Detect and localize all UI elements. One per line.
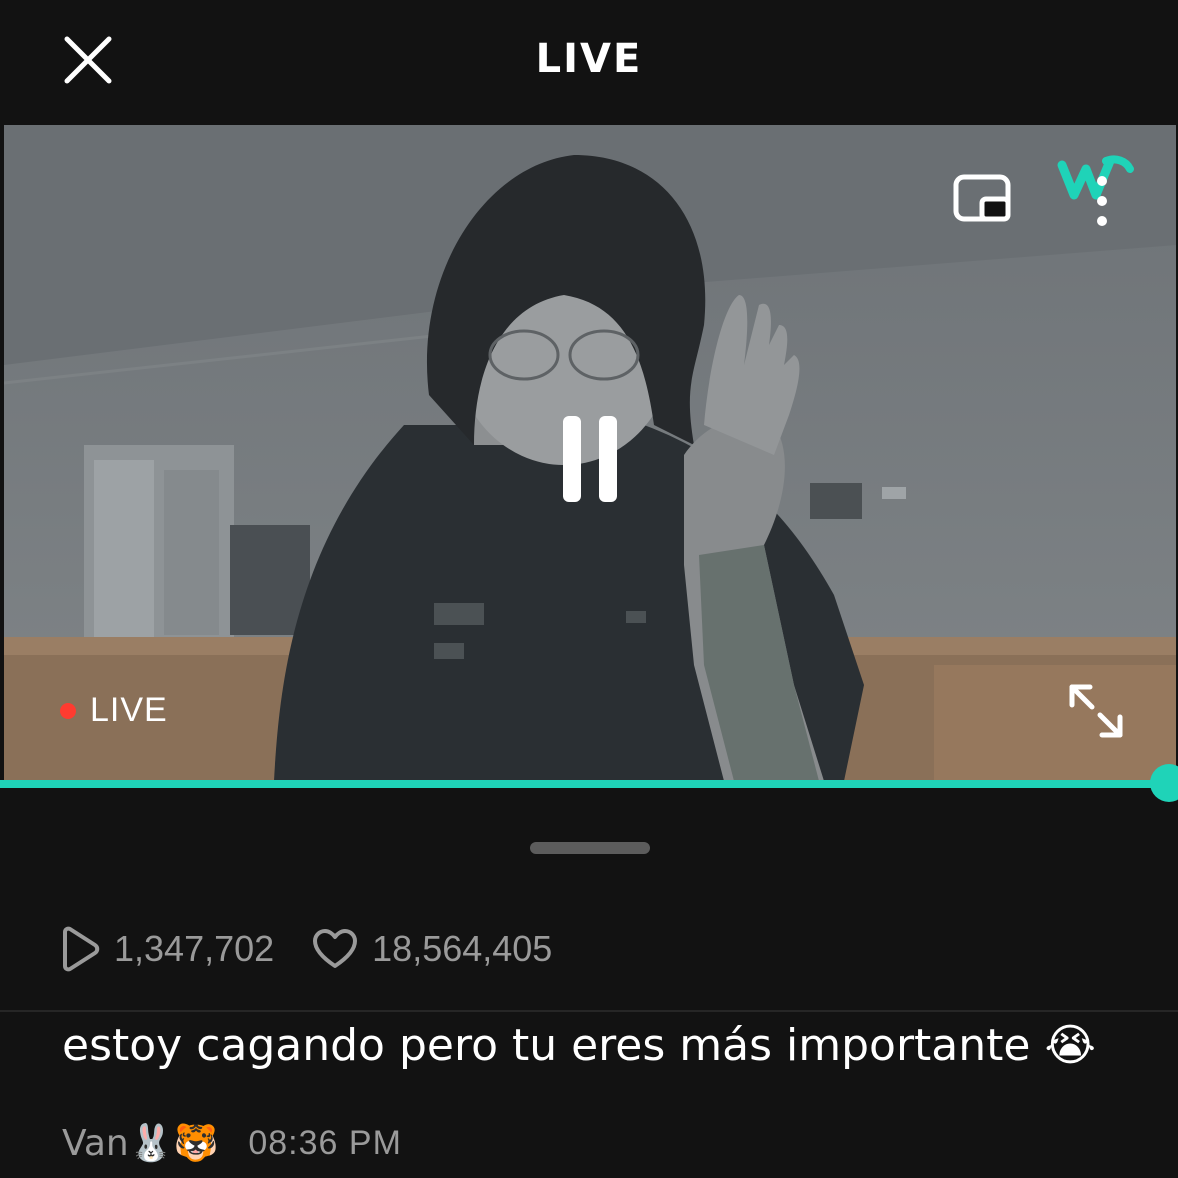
play-icon xyxy=(63,926,100,972)
progress-fill xyxy=(0,780,1160,788)
progress-bar[interactable] xyxy=(0,764,1178,802)
view-count-value: 1,347,702 xyxy=(114,928,275,969)
like-count-value: 18,564,405 xyxy=(372,928,553,969)
video-player[interactable]: LIVE xyxy=(4,125,1176,781)
live-label: LIVE xyxy=(90,691,168,729)
picture-in-picture-button[interactable] xyxy=(952,173,1016,229)
sheet-drag-handle[interactable] xyxy=(530,842,650,854)
page-title: LIVE xyxy=(535,36,643,82)
comment-author[interactable]: Van🐰🐯 xyxy=(62,1122,218,1164)
pause-button[interactable] xyxy=(550,410,630,510)
comment-time: 08:36 PM xyxy=(248,1123,402,1162)
view-count: 1,347,702 xyxy=(58,926,274,972)
live-viewer: LIVE LIVE 1,347,702 18,564,405 estoy cag… xyxy=(0,0,1178,1178)
top-bar: LIVE xyxy=(0,0,1178,124)
stats-row: 1,347,702 18,564,405 xyxy=(58,922,552,976)
like-count[interactable]: 18,564,405 xyxy=(312,928,552,970)
fullscreen-button[interactable] xyxy=(1064,679,1128,743)
expand-icon xyxy=(1069,684,1123,738)
picture-in-picture-icon xyxy=(953,174,1011,222)
more-vertical-icon xyxy=(1097,176,1107,226)
divider xyxy=(0,1010,1178,1012)
live-dot xyxy=(60,702,76,719)
progress-thumb[interactable] xyxy=(1150,764,1178,802)
comment-meta: Van🐰🐯 08:36 PM xyxy=(62,1122,402,1164)
heart-icon xyxy=(313,929,358,968)
more-options-button[interactable] xyxy=(1082,165,1122,235)
pause-icon xyxy=(563,416,617,502)
comment-text: estoy cagando pero tu eres más important… xyxy=(62,1020,1096,1071)
live-indicator: LIVE xyxy=(60,691,168,730)
